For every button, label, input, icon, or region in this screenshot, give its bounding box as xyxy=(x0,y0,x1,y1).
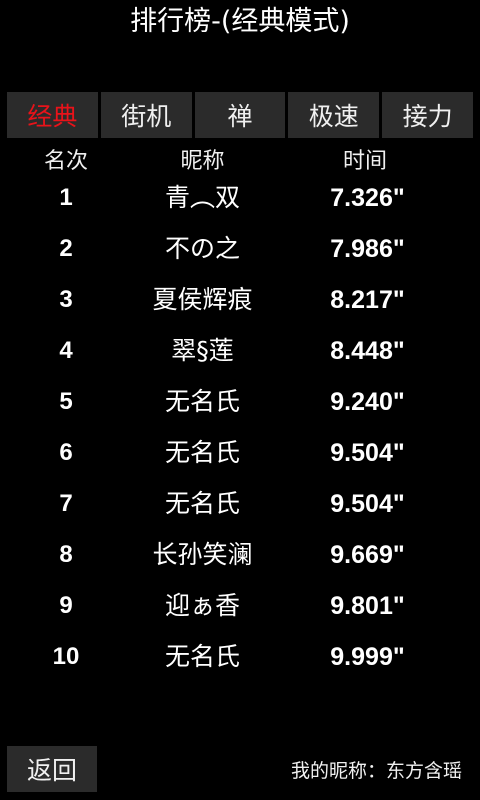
tab-relay[interactable]: 接力 xyxy=(382,92,473,138)
tab-speed[interactable]: 极速 xyxy=(288,92,380,138)
time-cell: 9.669" xyxy=(330,541,405,569)
header-name: 昵称 xyxy=(180,149,225,174)
time-cell: 8.217" xyxy=(330,286,405,314)
time-cell: 9.504" xyxy=(330,439,405,467)
rank-cell: 7 xyxy=(59,490,73,517)
table-row: 3 夏侯辉痕 8.217" xyxy=(0,280,480,331)
rank-cell: 6 xyxy=(59,439,73,466)
time-cell: 9.801" xyxy=(330,592,405,620)
time-cell: 7.326" xyxy=(330,184,405,212)
name-cell: 夏侯辉痕 xyxy=(152,285,253,314)
time-cell: 9.999" xyxy=(330,643,405,671)
rank-cell: 3 xyxy=(59,286,73,313)
my-nickname: 我的昵称：东方含瑶 xyxy=(290,760,462,782)
rank-cell: 4 xyxy=(59,337,73,364)
header-time: 时间 xyxy=(342,149,387,174)
name-cell: 无名氏 xyxy=(164,387,240,416)
back-button[interactable]: 返回 xyxy=(7,746,97,792)
name-cell: 无名氏 xyxy=(164,642,240,671)
table-row: 6 无名氏 9.504" xyxy=(0,433,480,484)
page-title: 排行榜-(经典模式) xyxy=(130,6,350,37)
name-cell: 青︵双 xyxy=(164,183,240,212)
table-row: 8 长孙笑澜 9.669" xyxy=(0,535,480,586)
tab-arcade[interactable]: 街机 xyxy=(100,92,192,138)
name-cell: 翠§莲 xyxy=(171,336,234,365)
name-cell: 无名氏 xyxy=(164,489,240,518)
table-row: 2 不の之 7.986" xyxy=(0,229,480,280)
time-cell: 8.448" xyxy=(330,337,405,365)
time-cell: 9.504" xyxy=(330,490,405,518)
name-cell: 不の之 xyxy=(164,234,240,263)
table-row: 4 翠§莲 8.448" xyxy=(0,331,480,382)
time-cell: 7.986" xyxy=(330,235,405,263)
rank-cell: 8 xyxy=(59,541,73,568)
rank-cell: 10 xyxy=(52,643,80,670)
tab-classic[interactable]: 经典 xyxy=(7,92,98,138)
table-row: 5 无名氏 9.240" xyxy=(0,382,480,433)
rank-cell: 5 xyxy=(59,388,73,415)
tab-zen[interactable]: 禅 xyxy=(194,92,286,138)
table-row: 7 无名氏 9.504" xyxy=(0,484,480,535)
rank-cell: 1 xyxy=(59,184,73,211)
table-row: 9 迎ぁ香 9.801" xyxy=(0,586,480,637)
name-cell: 迎ぁ香 xyxy=(164,591,240,620)
header-rank: 名次 xyxy=(43,149,88,174)
name-cell: 长孙笑澜 xyxy=(152,540,253,569)
rank-cell: 2 xyxy=(59,235,73,262)
table-header: 名次 昵称 时间 xyxy=(0,141,480,174)
name-cell: 无名氏 xyxy=(164,438,240,467)
rank-cell: 9 xyxy=(59,592,73,619)
table-row: 10 无名氏 9.999" xyxy=(0,637,480,688)
mode-tabs: 经典 街机 禅 极速 接力 xyxy=(7,92,473,138)
table-row: 1 青︵双 7.326" xyxy=(0,178,480,229)
leaderboard-list: 1 青︵双 7.326" 2 不の之 7.986" 3 夏侯辉痕 8.217" … xyxy=(0,178,480,688)
time-cell: 9.240" xyxy=(330,388,405,416)
